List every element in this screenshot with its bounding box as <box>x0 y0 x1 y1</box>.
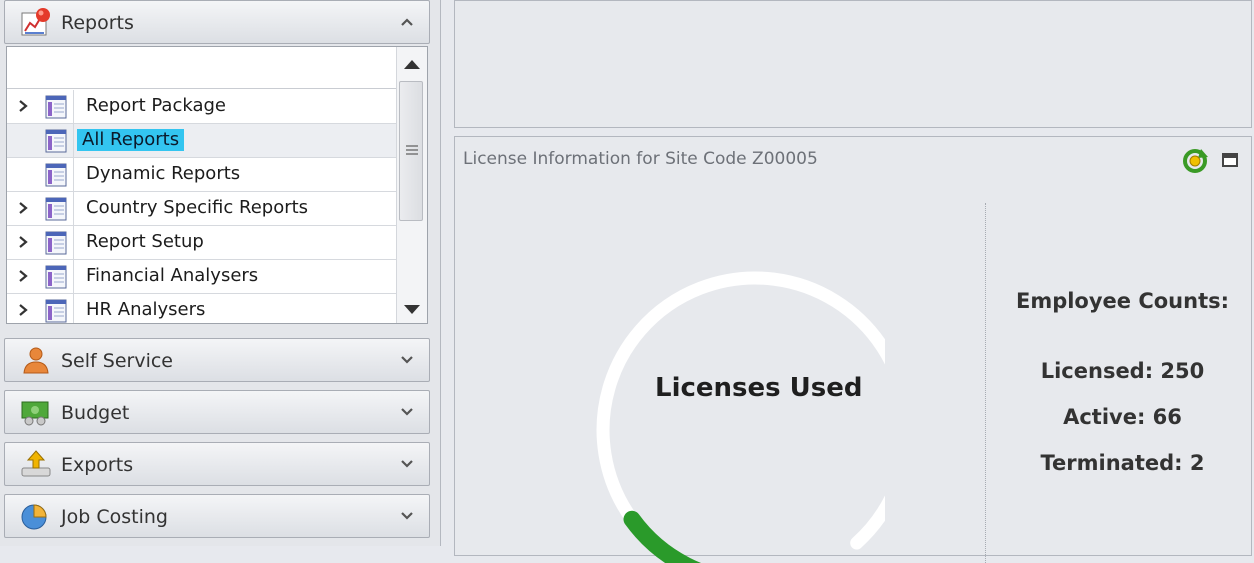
gauge-value-arc <box>623 510 702 563</box>
navigation-pane: Reports Report Package All Reports Dynamic… <box>0 0 441 546</box>
gauge-label: Licenses Used <box>655 373 863 403</box>
top-panel <box>454 0 1252 128</box>
licensed-count: Licensed: 250 <box>1040 359 1205 383</box>
expand-arrow-icon[interactable] <box>17 269 29 283</box>
tree-row[interactable]: All Reports <box>7 124 397 158</box>
chevron-down-icon[interactable] <box>399 508 415 524</box>
scroll-thumb[interactable] <box>399 81 423 221</box>
report-document-icon <box>45 265 67 289</box>
tree-row[interactable]: Report Setup <box>7 226 397 260</box>
tree-row-label: All Reports <box>77 129 185 151</box>
tree-scrollbar[interactable] <box>396 47 427 323</box>
tree-row-label: Report Package <box>86 95 227 116</box>
reports-icon <box>21 8 50 36</box>
report-document-icon <box>45 95 67 119</box>
reports-tree: Report Package All Reports Dynamic Reports… <box>6 46 428 324</box>
tree-row-label: Country Specific Reports <box>86 197 309 218</box>
employee-counts-heading: Employee Counts: <box>1015 289 1230 313</box>
expand-arrow-icon[interactable] <box>17 235 29 249</box>
job-costing-icon <box>21 504 47 530</box>
report-document-icon <box>45 197 67 221</box>
report-document-icon <box>45 231 67 255</box>
exports-group-label: Exports <box>61 454 134 476</box>
self-service-icon <box>23 347 49 374</box>
tree-row[interactable]: Report Package <box>7 90 397 124</box>
tree-row[interactable]: Country Specific Reports <box>7 192 397 226</box>
exports-icon <box>21 450 51 477</box>
expand-arrow-icon[interactable] <box>17 201 29 215</box>
reports-group-label: Reports <box>61 12 134 34</box>
tree-row-label: Report Setup <box>86 231 204 252</box>
job-costing-group-header[interactable]: Job Costing <box>4 494 430 538</box>
maximize-icon[interactable] <box>1222 153 1238 167</box>
tree-row[interactable]: Financial Analysers <box>7 260 397 294</box>
self-service-group-header[interactable]: Self Service <box>4 338 430 382</box>
employee-counts: Employee Counts: Licensed: 250 Active: 6… <box>1000 289 1245 497</box>
terminated-count: Terminated: 2 <box>1040 451 1205 475</box>
budget-icon <box>21 401 49 426</box>
license-information-panel: License Information for Site Code Z00005… <box>454 136 1252 563</box>
report-document-icon <box>45 163 67 187</box>
report-document-icon <box>45 299 67 323</box>
chevron-down-icon[interactable] <box>399 404 415 420</box>
expand-arrow-icon[interactable] <box>17 303 29 317</box>
chevron-down-icon[interactable] <box>399 352 415 368</box>
reports-group-header[interactable]: Reports <box>4 0 430 44</box>
tree-row-label: Financial Analysers <box>86 265 259 286</box>
refresh-icon[interactable] <box>1181 147 1209 175</box>
tree-row-label: HR Analysers <box>86 299 206 320</box>
active-count: Active: 66 <box>1063 405 1182 429</box>
expand-arrow-icon[interactable] <box>17 99 29 113</box>
scroll-down-arrow-icon[interactable] <box>404 305 420 315</box>
report-document-icon <box>45 129 67 153</box>
chevron-down-icon[interactable] <box>399 456 415 472</box>
job-costing-group-label: Job Costing <box>61 506 168 528</box>
scroll-up-arrow-icon[interactable] <box>404 59 420 69</box>
self-service-group-label: Self Service <box>61 350 173 372</box>
exports-group-header[interactable]: Exports <box>4 442 430 486</box>
budget-group-header[interactable]: Budget <box>4 390 430 434</box>
tree-row-label: Dynamic Reports <box>86 163 241 184</box>
tree-filter-input[interactable] <box>7 47 397 89</box>
license-panel-title: License Information for Site Code Z00005 <box>463 149 818 169</box>
chevron-up-icon[interactable] <box>399 14 415 30</box>
gauge-track <box>596 271 885 563</box>
tree-row[interactable]: Dynamic Reports <box>7 158 397 192</box>
scroll-grip-icon <box>406 145 418 155</box>
tree-row[interactable]: HR Analysers <box>7 294 397 323</box>
budget-group-label: Budget <box>61 402 130 424</box>
panel-divider <box>985 203 986 563</box>
